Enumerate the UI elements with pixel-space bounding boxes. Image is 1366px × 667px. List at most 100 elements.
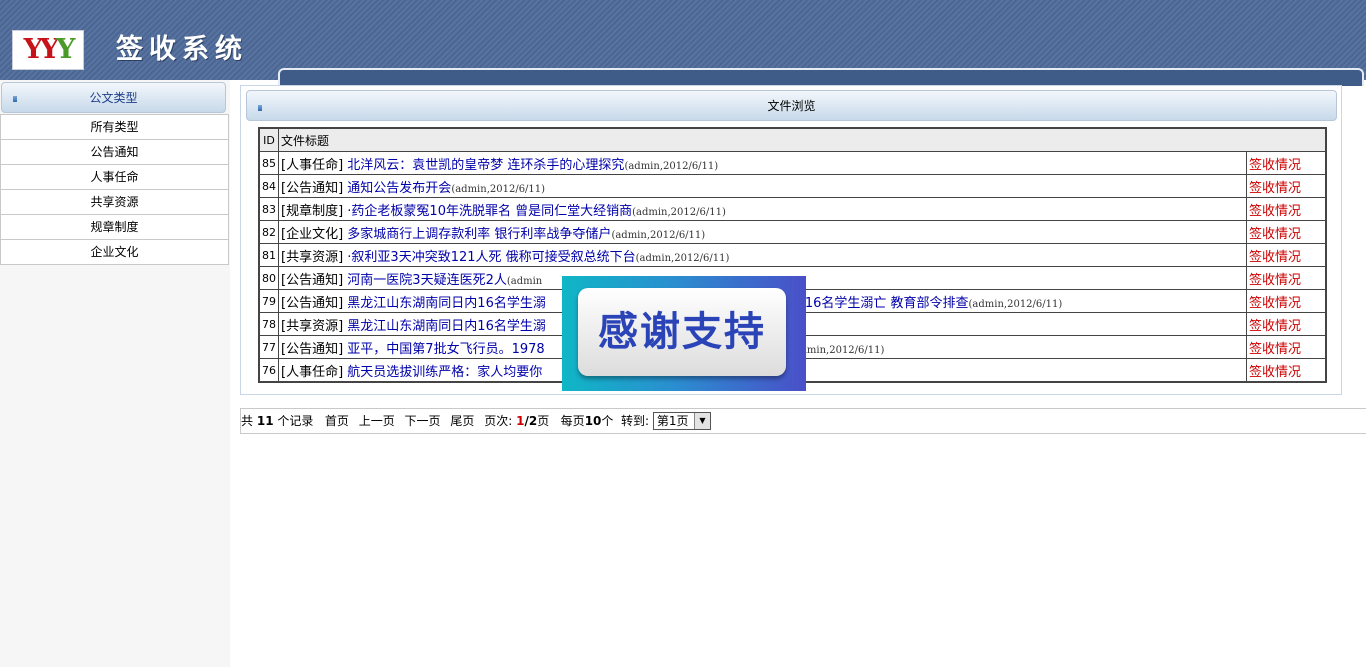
- row-id: 77: [258, 335, 279, 359]
- column-header-id: ID: [258, 127, 279, 152]
- document-link[interactable]: ·叙利亚3天冲突致121人死 俄称可接受叙总统下台: [347, 250, 635, 265]
- row-meta: (admin: [506, 275, 543, 287]
- column-header-title: 文件标题: [278, 127, 1327, 152]
- logo: YYY: [12, 30, 84, 70]
- sign-status-link[interactable]: 签收情况: [1249, 227, 1301, 242]
- sign-status-link[interactable]: 签收情况: [1249, 273, 1301, 288]
- document-link[interactable]: ·药企老板蒙冤10年洗脱罪名 曾是同仁堂大经销商: [347, 204, 632, 219]
- row-category: [人事任命]: [281, 157, 344, 173]
- table-row: 82 [企业文化] 多家城商行上调存款利率 银行利率战争夺储户(admin,201…: [258, 220, 1327, 244]
- category-list: 所有类型 公告通知 人事任命 共享资源 规章制度 企业文化: [0, 114, 229, 265]
- row-action-cell: 签收情况: [1246, 312, 1327, 336]
- prev-page-link[interactable]: 上一页: [359, 414, 395, 428]
- header-banner: YYY 签收系统: [0, 0, 1366, 86]
- sign-status-link[interactable]: 签收情况: [1249, 342, 1301, 357]
- table-row: 84 [公告通知] 通知公告发布开会(admin,2012/6/11) 签收情况: [258, 174, 1327, 198]
- row-id: 82: [258, 220, 279, 244]
- document-link[interactable]: 多家城商行上调存款利率 银行利率战争夺储户: [347, 227, 611, 242]
- document-link[interactable]: 河南一医院3天疑连医死2人: [347, 273, 507, 288]
- row-meta: (admin,2012/6/11): [968, 298, 1063, 310]
- row-title-cell: [人事任命] 北洋风云：袁世凯的皇帝梦 连环杀手的心理探究(admin,2012…: [278, 151, 1247, 175]
- thanks-popup[interactable]: 感谢支持: [562, 276, 806, 391]
- document-link[interactable]: 黑龙江山东湖南同日内16名学生溺: [347, 319, 546, 334]
- sidebar-item-notice[interactable]: 公告通知: [0, 140, 229, 165]
- row-category: [公告通知]: [281, 295, 344, 311]
- sign-status-link[interactable]: 签收情况: [1249, 319, 1301, 334]
- row-action-cell: 签收情况: [1246, 335, 1327, 359]
- row-meta: (admin,2012/6/11): [632, 206, 726, 218]
- document-link[interactable]: 北洋风云：袁世凯的皇帝梦 连环杀手的心理探究: [347, 158, 624, 173]
- row-category: [共享资源]: [281, 318, 344, 334]
- row-id: 78: [258, 312, 279, 336]
- row-title-cell: [规章制度] ·药企老板蒙冤10年洗脱罪名 曾是同仁堂大经销商(admin,20…: [278, 197, 1247, 221]
- row-id: 81: [258, 243, 279, 267]
- sidebar-header: 公文类型: [1, 82, 226, 113]
- document-link[interactable]: 通知公告发布开会: [347, 181, 451, 196]
- sign-status-link[interactable]: 签收情况: [1249, 158, 1301, 173]
- row-id: 80: [258, 266, 279, 290]
- sidebar-item-culture[interactable]: 企业文化: [0, 240, 229, 265]
- sidebar-item-shared[interactable]: 共享资源: [0, 190, 229, 215]
- row-action-cell: 签收情况: [1246, 266, 1327, 290]
- table-header-row: ID 文件标题: [258, 127, 1327, 152]
- sidebar-item-rules[interactable]: 规章制度: [0, 215, 229, 240]
- row-id: 85: [258, 151, 279, 175]
- row-category: [公告通知]: [281, 272, 344, 288]
- table-row: 83 [规章制度] ·药企老板蒙冤10年洗脱罪名 曾是同仁堂大经销商(admin,…: [258, 197, 1327, 221]
- page-suffix: 页: [537, 414, 550, 428]
- sign-status-link[interactable]: 签收情况: [1249, 181, 1301, 196]
- row-category: [规章制度]: [281, 203, 344, 219]
- row-meta: (admin,2012/6/11): [451, 183, 546, 195]
- row-title-cell: [共享资源] ·叙利亚3天冲突致121人死 俄称可接受叙总统下台(admin,2…: [278, 243, 1247, 267]
- document-link[interactable]: 亚平，中国第7批女飞行员。1978: [347, 342, 544, 357]
- total-count: 11: [256, 414, 274, 428]
- total-pages: 2: [528, 414, 538, 428]
- sign-status-link[interactable]: 签收情况: [1249, 204, 1301, 219]
- sign-status-link[interactable]: 签收情况: [1249, 365, 1301, 380]
- row-id: 84: [258, 174, 279, 198]
- panel-header: 文件浏览: [246, 90, 1337, 121]
- table-row: 85 [人事任命] 北洋风云：袁世凯的皇帝梦 连环杀手的心理探究(admin,20…: [258, 151, 1327, 175]
- row-category: [公告通知]: [281, 341, 344, 357]
- next-page-link[interactable]: 下一页: [405, 414, 441, 428]
- per-page-suffix: 个: [601, 414, 614, 428]
- page-select-value: 第1页: [656, 413, 689, 428]
- row-category: [公告通知]: [281, 180, 344, 196]
- sidebar-item-appointment[interactable]: 人事任命: [0, 165, 229, 190]
- sign-status-link[interactable]: 签收情况: [1249, 250, 1301, 265]
- total-prefix: 共: [241, 414, 254, 428]
- row-category: [企业文化]: [281, 226, 344, 242]
- document-link[interactable]: 黑龙江山东湖南同日内16名学生溺: [347, 296, 546, 311]
- table-row: 81 [共享资源] ·叙利亚3天冲突致121人死 俄称可接受叙总统下台(admin…: [258, 243, 1327, 267]
- row-category: [人事任命]: [281, 364, 344, 380]
- sidebar: 公文类型 所有类型 公告通知 人事任命 共享资源 规章制度 企业文化: [0, 80, 230, 667]
- row-category: [共享资源]: [281, 249, 344, 265]
- row-action-cell: 签收情况: [1246, 220, 1327, 244]
- first-page-link[interactable]: 首页: [325, 414, 349, 428]
- row-action-cell: 签收情况: [1246, 174, 1327, 198]
- document-link[interactable]: 航天员选拔训练严格：家人均要你: [347, 365, 542, 380]
- top-nav-bar: [278, 68, 1364, 86]
- row-id: 76: [258, 358, 279, 383]
- row-id: 79: [258, 289, 279, 313]
- sidebar-title: 公文类型: [89, 91, 138, 105]
- goto-label: 转到:: [621, 414, 650, 428]
- row-id: 83: [258, 197, 279, 221]
- pagination-bar: 共 11 个记录 首页 上一页 下一页 尾页 页次: 1/2页 每页10个 转到…: [240, 408, 1366, 434]
- document-link-tail[interactable]: 内16名学生溺亡 教育部令排查: [792, 296, 969, 311]
- sidebar-item-all[interactable]: 所有类型: [0, 114, 229, 140]
- row-action-cell: 签收情况: [1246, 289, 1327, 313]
- row-meta: (admin,2012/6/11): [611, 229, 706, 241]
- row-meta: (admin,2012/6/11): [635, 252, 730, 264]
- row-action-cell: 签收情况: [1246, 197, 1327, 221]
- page-select[interactable]: 第1页 ▼: [652, 411, 711, 430]
- row-action-cell: 签收情况: [1246, 243, 1327, 267]
- per-page-label: 每页: [560, 414, 585, 428]
- row-meta: (admin,2012/6/11): [624, 160, 719, 172]
- chevron-down-icon[interactable]: ▼: [693, 412, 710, 429]
- sign-status-link[interactable]: 签收情况: [1249, 296, 1301, 311]
- row-action-cell: 签收情况: [1246, 358, 1327, 383]
- last-page-link[interactable]: 尾页: [450, 414, 474, 428]
- row-action-cell: 签收情况: [1246, 151, 1327, 175]
- app-title: 签收系统: [116, 34, 248, 65]
